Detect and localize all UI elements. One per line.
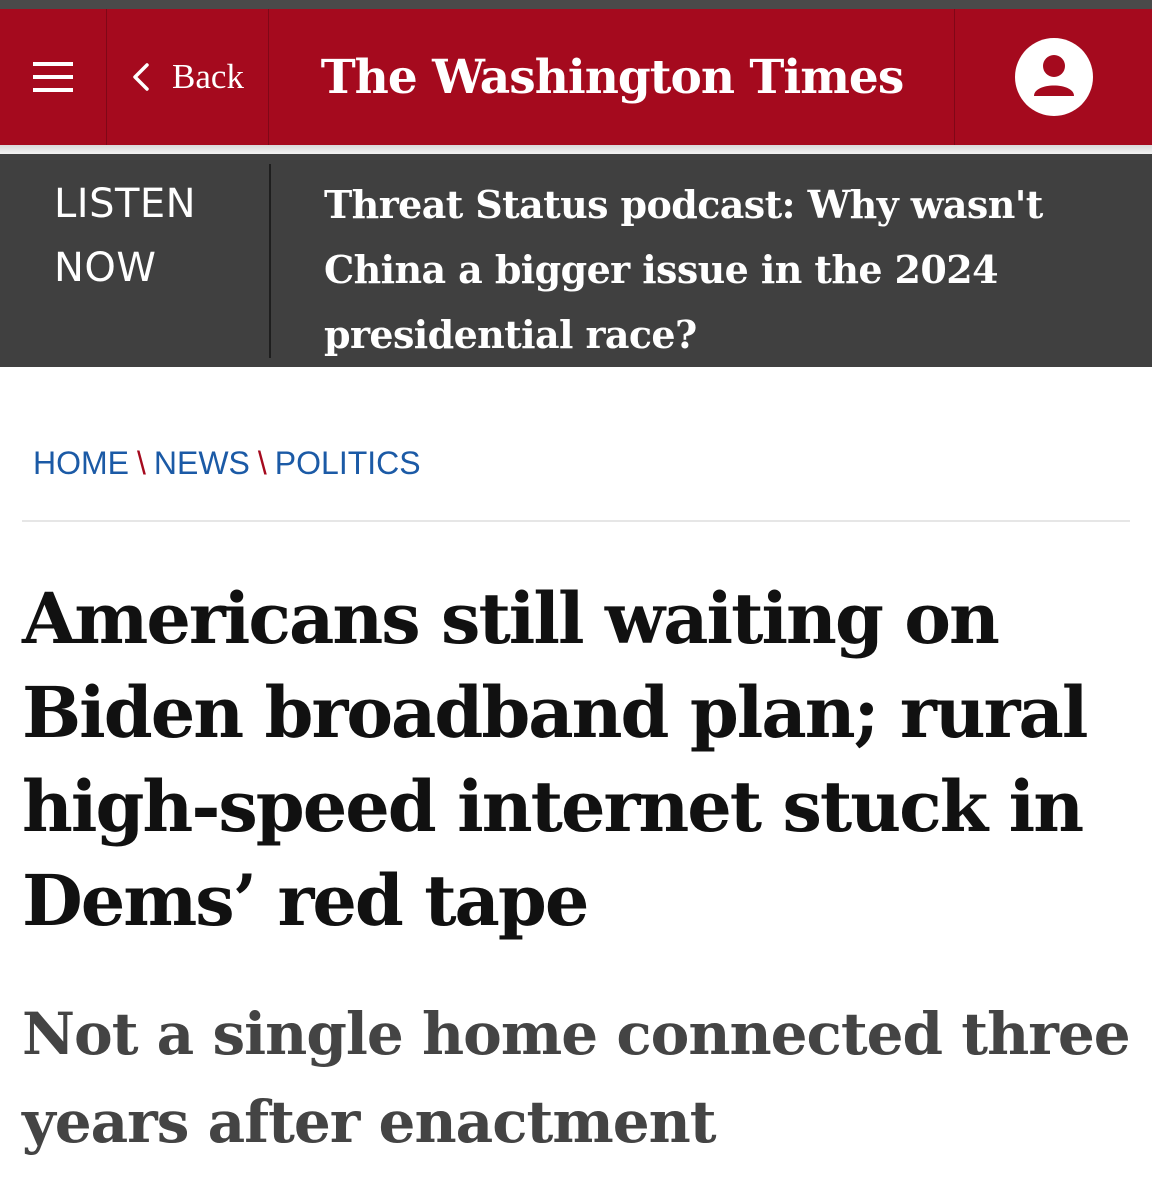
breadcrumb-separator: \: [137, 444, 146, 481]
header-divider: [268, 9, 269, 145]
hamburger-menu-icon: [33, 62, 73, 92]
breadcrumb: HOME \ NEWS \ POLITICS: [33, 440, 421, 486]
breadcrumb-rule: [22, 520, 1130, 522]
top-status-strip: [0, 0, 1152, 9]
podcast-headline-link[interactable]: Threat Status podcast: Why wasn't China …: [324, 172, 1149, 367]
breadcrumb-separator: \: [257, 444, 267, 481]
header-divider: [954, 9, 955, 145]
back-label: Back: [172, 57, 244, 96]
listen-divider: [269, 164, 271, 358]
user-account-icon: [1015, 38, 1093, 116]
listen-now-banner[interactable]: LISTEN NOW Threat Status podcast: Why wa…: [0, 154, 1152, 367]
article-subheadline: Not a single home connected three years …: [22, 1000, 1131, 1156]
header-shadow: [0, 145, 1152, 154]
breadcrumb-news[interactable]: NEWS: [154, 445, 250, 482]
site-logo[interactable]: The Washington Times: [270, 9, 954, 145]
back-button[interactable]: Back: [108, 9, 268, 145]
account-button[interactable]: [956, 9, 1152, 145]
article-headline: Americans still waiting on Biden broadba…: [22, 577, 1088, 942]
chevron-left-icon: [133, 63, 149, 91]
site-header: Back The Washington Times: [0, 9, 1152, 145]
breadcrumb-politics[interactable]: POLITICS: [275, 445, 421, 482]
listen-now-label: LISTEN NOW: [54, 181, 197, 291]
menu-button[interactable]: [0, 9, 106, 145]
header-divider: [106, 9, 107, 145]
breadcrumb-home[interactable]: HOME: [33, 445, 129, 482]
